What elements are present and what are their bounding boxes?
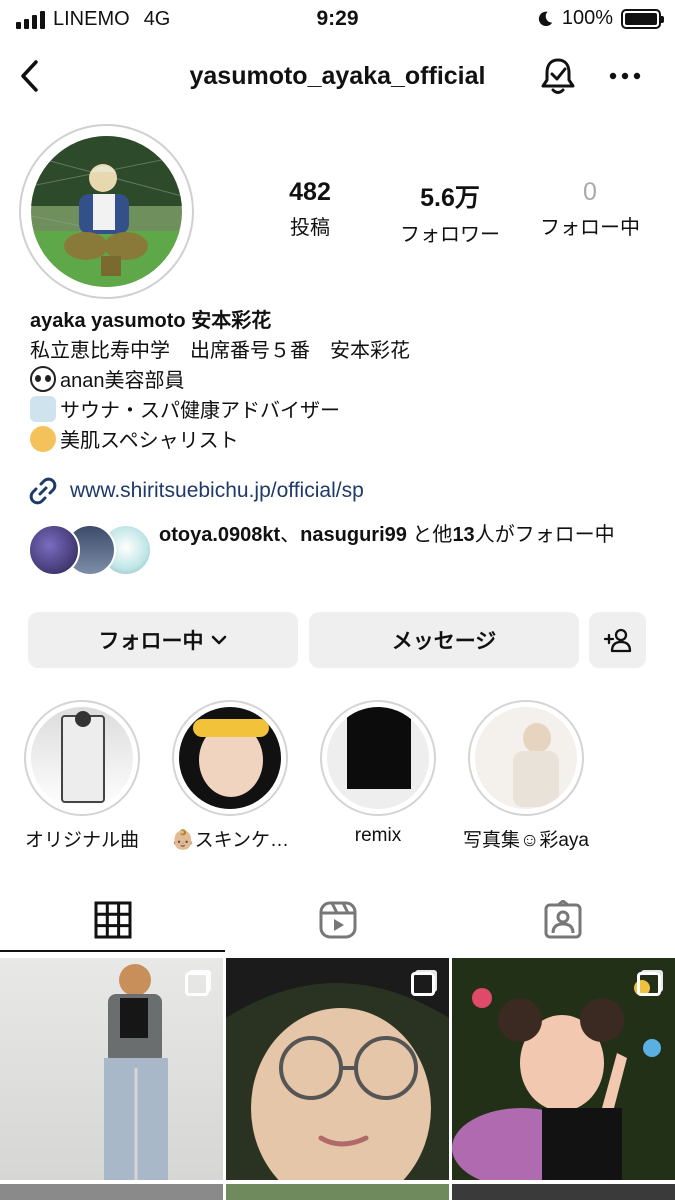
message-button[interactable]: メッセージ	[309, 612, 579, 668]
story-highlight[interactable]: オリジナル曲	[17, 700, 147, 852]
bio-text: 美肌スペシャリスト	[60, 430, 239, 452]
tab-tagged[interactable]	[450, 888, 675, 952]
multi-post-icon	[411, 972, 435, 996]
bio-text: サウナ・スパ健康アドバイザー	[60, 400, 340, 422]
post-thumbnail[interactable]	[226, 1184, 449, 1200]
highlight-label: 写真集☺︎彩aya	[462, 830, 590, 851]
avatar-image	[31, 136, 182, 287]
story-highlight[interactable]: 写真集☺︎彩aya	[461, 700, 591, 852]
bio-text: anan美容部員	[60, 370, 185, 392]
highlight-ring	[320, 700, 436, 816]
highlight-cover	[31, 707, 133, 809]
tab-reels[interactable]	[225, 888, 450, 952]
followers-count: 5.6万	[420, 184, 480, 212]
highlight-label: remix	[354, 825, 402, 846]
post-thumbnail[interactable]	[226, 958, 449, 1180]
status-right: 100%	[536, 7, 664, 30]
battery-icon	[621, 8, 664, 29]
post-thumbnail[interactable]	[0, 1184, 223, 1200]
profile-tabs	[0, 888, 675, 952]
story-highlight[interactable]: remix	[313, 700, 443, 847]
bio-line: サウナ・スパ健康アドバイザー	[30, 396, 650, 426]
highlight-label: 👶🏼スキンケ…	[170, 830, 290, 851]
stat-following[interactable]: 0 フォロー中	[520, 178, 660, 247]
battery-fill	[625, 12, 657, 25]
follower-avatar	[28, 524, 80, 576]
following-count: 0	[583, 178, 597, 206]
story-highlight[interactable]: 👶🏼スキンケ…	[165, 700, 295, 852]
bell-check-icon[interactable]	[538, 56, 578, 96]
profile-bio: ayaka yasumoto 安本彩花 私立恵比寿中学 出席番号５番 安本彩花 …	[30, 306, 650, 456]
profile-avatar[interactable]	[31, 136, 182, 287]
bio-line: 私立恵比寿中学 出席番号５番 安本彩花	[30, 340, 410, 362]
separator: 、	[280, 524, 301, 546]
followed-by-unit: 人	[474, 524, 495, 546]
highlight-cover	[179, 707, 281, 809]
profile-header: yasumoto_ayaka_official	[0, 48, 675, 104]
following-label: フォロー中	[540, 217, 640, 239]
posts-label: 投稿	[290, 217, 330, 239]
battery-percent: 100%	[561, 7, 613, 29]
display-name: ayaka yasumoto 安本彩花	[30, 310, 272, 332]
profile-link[interactable]: www.shiritsuebichu.jp/official/sp	[28, 476, 364, 506]
status-bar: LINEMO 4G 9:29 100%	[0, 0, 675, 40]
multi-post-icon	[637, 972, 661, 996]
follower-username: nasuguri99	[300, 524, 407, 546]
chevron-down-icon	[211, 635, 226, 645]
followers-label: フォロワー	[400, 224, 500, 246]
highlight-ring	[172, 700, 288, 816]
tab-active-indicator	[0, 950, 225, 952]
followed-by[interactable]: otoya.0908kt、nasuguri99 と他13人がフォロー中	[28, 520, 648, 580]
moon-icon	[538, 11, 553, 26]
highlight-label: オリジナル曲	[24, 830, 139, 851]
stat-posts[interactable]: 482 投稿	[240, 178, 380, 247]
highlight-cover	[475, 707, 577, 809]
multi-post-icon	[185, 972, 209, 996]
suggest-users-button[interactable]	[589, 612, 646, 668]
following-button-label: フォロー中	[98, 630, 204, 653]
posts-grid	[0, 958, 675, 1200]
posts-count: 482	[289, 178, 331, 206]
profile-stats: 482 投稿 5.6万 フォロワー 0 フォロー中	[240, 178, 660, 247]
reels-icon	[319, 901, 356, 939]
stat-followers[interactable]: 5.6万 フォロワー	[380, 178, 520, 247]
highlight-ring	[24, 700, 140, 816]
following-button[interactable]: フォロー中	[28, 612, 298, 668]
followed-by-and: と他	[406, 524, 453, 546]
highlight-cover	[327, 707, 429, 809]
message-button-label: メッセージ	[391, 630, 497, 653]
add-person-icon	[603, 628, 631, 653]
post-thumbnail[interactable]	[0, 958, 223, 1180]
followed-by-text: otoya.0908kt、nasuguri99 と他13人がフォロー中	[159, 520, 649, 550]
followed-by-count: 13	[452, 524, 475, 546]
panda-icon	[30, 366, 56, 392]
link-icon	[29, 477, 57, 505]
post-thumbnail[interactable]	[452, 958, 675, 1180]
post-thumbnail[interactable]	[452, 1184, 675, 1200]
bio-line: 美肌スペシャリスト	[30, 426, 650, 456]
highlight-ring	[468, 700, 584, 816]
tagged-icon	[544, 900, 581, 939]
baby-icon	[30, 426, 56, 452]
tab-grid[interactable]	[0, 888, 225, 952]
followed-by-tail: がフォロー中	[494, 524, 615, 546]
grid-icon	[94, 901, 131, 939]
follower-username: otoya.0908kt	[159, 524, 281, 546]
man-in-steam-icon	[30, 396, 56, 422]
more-icon[interactable]	[605, 62, 645, 90]
bio-line: anan美容部員	[30, 366, 650, 396]
link-text: www.shiritsuebichu.jp/official/sp	[70, 479, 364, 502]
